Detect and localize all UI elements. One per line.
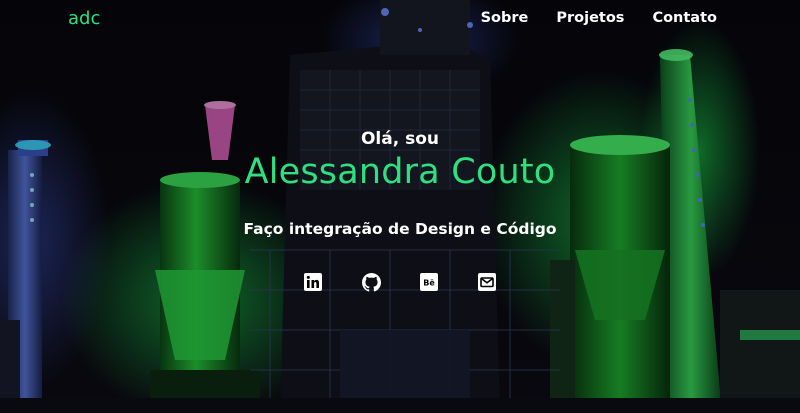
hero-greeting: Olá, sou bbox=[360, 129, 440, 149]
social-links: Bē bbox=[0, 272, 800, 292]
hero-section: Olá, sou Alessandra Couto Faço integraçã… bbox=[0, 0, 800, 413]
nav-link-projetos[interactable]: Projetos bbox=[556, 10, 624, 26]
nav-link-contato[interactable]: Contato bbox=[652, 10, 717, 26]
linkedin-link[interactable] bbox=[303, 272, 323, 292]
top-navbar: adc Sobre Projetos Contato bbox=[0, 0, 800, 36]
envelope-icon bbox=[478, 273, 496, 291]
hero-name: Alessandra Couto bbox=[244, 152, 556, 192]
hero-tagline: Faço integração de Design e Código bbox=[243, 220, 557, 238]
svg-text:Bē: Bē bbox=[423, 279, 435, 288]
nav-link-sobre[interactable]: Sobre bbox=[481, 10, 529, 26]
behance-link[interactable]: Bē bbox=[419, 272, 439, 292]
nav-menu: Sobre Projetos Contato bbox=[481, 10, 717, 26]
email-link[interactable] bbox=[477, 272, 497, 292]
brand-logo-link[interactable]: adc bbox=[68, 8, 100, 29]
github-link[interactable] bbox=[361, 272, 381, 292]
behance-icon: Bē bbox=[420, 273, 438, 291]
linkedin-icon bbox=[304, 273, 322, 291]
github-icon bbox=[361, 272, 381, 292]
